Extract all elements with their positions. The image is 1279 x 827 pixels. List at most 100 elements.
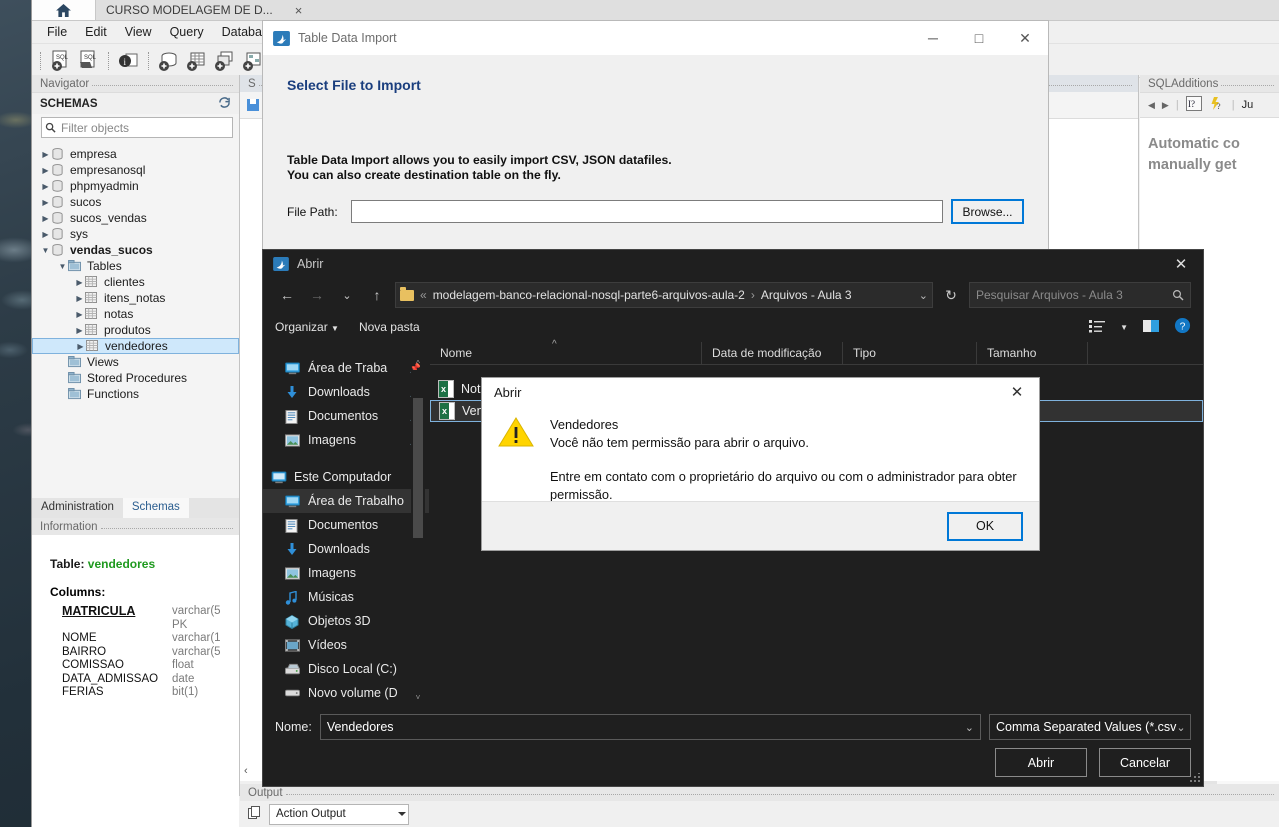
refresh-icon[interactable]: ↻	[939, 283, 963, 307]
help-icon[interactable]: ?	[1174, 317, 1191, 337]
chevron-right-icon[interactable]: ▶	[74, 326, 85, 335]
tree-item[interactable]: ▶ clientes	[32, 274, 239, 290]
import-dialog-titlebar[interactable]: Table Data Import ─ □ ✕	[263, 21, 1048, 55]
recent-locations-icon[interactable]: ⌄	[335, 283, 359, 307]
chevron-right-icon[interactable]: ▶	[40, 182, 51, 191]
new-schema-icon[interactable]	[156, 48, 182, 74]
breadcrumb-dropdown-icon[interactable]: ⌄	[919, 289, 928, 302]
places-scrollbar[interactable]: ^ ˅	[411, 356, 425, 704]
chevron-right-icon[interactable]: ▶	[74, 294, 85, 303]
minimize-button[interactable]: ─	[910, 21, 956, 55]
chevron-right-icon[interactable]: ▶	[75, 342, 86, 351]
tab-administration[interactable]: Administration	[32, 498, 123, 518]
ok-button[interactable]: OK	[947, 511, 1023, 541]
scroll-down-icon[interactable]: ˅	[411, 690, 425, 704]
tree-item-selected[interactable]: ▶ vendedores	[32, 338, 239, 354]
output-type-select[interactable]: Action Output	[269, 803, 409, 825]
place-item-rea-de-traba[interactable]: Área de Traba 📌	[263, 356, 429, 380]
copy-icon[interactable]	[248, 805, 262, 823]
place-item-este-computador[interactable]: Este Computador	[263, 465, 429, 489]
tree-item[interactable]: ▶ produtos	[32, 322, 239, 338]
chevron-down-icon[interactable]: ▼	[1120, 323, 1128, 332]
tree-item[interactable]: ▶ itens_notas	[32, 290, 239, 306]
view-list-icon[interactable]	[1088, 319, 1106, 336]
tree-item[interactable]: Functions	[32, 386, 239, 402]
open-dialog-titlebar[interactable]: Abrir ✕	[263, 250, 1203, 278]
chevron-right-icon[interactable]: ▶	[40, 166, 51, 175]
filename-input[interactable]: Vendedores ⌄	[319, 714, 981, 740]
schema-tree[interactable]: ▶ empresa ▶ empresanosql ▶ phpmyadmin ▶ sucos ▶ s…	[32, 142, 239, 402]
collapse-sidebar-arrow[interactable]: ‹	[244, 765, 248, 777]
new-folder-button[interactable]: Nova pasta	[359, 320, 420, 334]
file-path-input[interactable]	[351, 200, 943, 223]
search-input[interactable]: Pesquisar Arquivos - Aula 3	[969, 282, 1191, 308]
place-item-downloads[interactable]: Downloads	[263, 537, 429, 561]
chevron-down-icon[interactable]: ▼	[57, 262, 68, 271]
tab-schemas[interactable]: Schemas	[122, 498, 189, 518]
maximize-button[interactable]: □	[956, 21, 1002, 55]
scrollbar-track[interactable]	[411, 370, 425, 690]
close-icon[interactable]: ×	[295, 3, 303, 18]
place-item-documentos[interactable]: Documentos	[263, 513, 429, 537]
column-header-nome[interactable]: Nome ^	[430, 339, 702, 364]
browse-button[interactable]: Browse...	[951, 199, 1024, 224]
menu-edit[interactable]: Edit	[76, 23, 116, 41]
column-header-tamanho[interactable]: Tamanho	[977, 342, 1088, 364]
tree-item[interactable]: ▶ phpmyadmin	[32, 178, 239, 194]
place-item-disco-local-c[interactable]: Disco Local (C:)	[263, 657, 429, 681]
breadcrumb-item-2[interactable]: Arquivos - Aula 3	[761, 288, 852, 302]
place-item-imagens[interactable]: Imagens	[263, 561, 429, 585]
chevron-right-icon[interactable]: ▶	[40, 214, 51, 223]
filter-objects-input[interactable]: Filter objects	[41, 117, 233, 138]
place-item-downloads[interactable]: Downloads📌	[263, 380, 429, 404]
menu-file[interactable]: File	[38, 23, 76, 41]
scrollbar-thumb[interactable]	[413, 398, 423, 538]
places-sidebar[interactable]: Área de Traba📌Downloads📌Documentos📌 Image…	[263, 356, 429, 704]
up-icon[interactable]: ↑	[365, 283, 389, 307]
tree-item[interactable]: ▶ sys	[32, 226, 239, 242]
menu-view[interactable]: View	[116, 23, 161, 41]
new-sql-tab-icon[interactable]: SQL	[48, 48, 74, 74]
save-sql-icon[interactable]	[246, 98, 260, 112]
chevron-right-icon[interactable]: ▶	[40, 230, 51, 239]
chevron-right-icon[interactable]: ▶	[40, 198, 51, 207]
tree-item[interactable]: ▼ Tables	[32, 258, 239, 274]
tree-item[interactable]: ▶ sucos_vendas	[32, 210, 239, 226]
open-sql-script-icon[interactable]: SQL	[76, 48, 102, 74]
open-button[interactable]: Abrir	[995, 748, 1087, 777]
new-view-icon[interactable]	[212, 48, 238, 74]
breadcrumb[interactable]: « modelagem-banco-relacional-nosql-parte…	[395, 282, 933, 308]
server-info-icon[interactable]: i	[116, 48, 142, 74]
tree-item[interactable]: ▶ notas	[32, 306, 239, 322]
place-item-rea-de-trabalho[interactable]: Área de Trabalho	[263, 489, 429, 513]
organize-button[interactable]: Organizar ▼	[275, 320, 339, 334]
filetype-select[interactable]: Comma Separated Values (*.csv ⌄	[989, 714, 1191, 740]
chevron-down-icon[interactable]: ▼	[40, 246, 51, 255]
place-item-novo-volume-d[interactable]: Novo volume (D	[263, 681, 429, 704]
close-button[interactable]: ✕	[1002, 21, 1048, 55]
back-icon[interactable]: ←	[275, 283, 299, 307]
chevron-down-icon[interactable]: ⌄	[965, 721, 974, 734]
forward-icon[interactable]: →	[305, 283, 329, 307]
column-header-data[interactable]: Data de modificação	[702, 342, 843, 364]
place-item-v-deos[interactable]: Vídeos	[263, 633, 429, 657]
tab-document[interactable]: CURSO MODELAGEM DE D... ×	[96, 0, 311, 20]
tree-item[interactable]: Stored Procedures	[32, 370, 239, 386]
jump-label[interactable]: Ju	[1242, 99, 1254, 111]
quick-help-icon[interactable]: ?	[1209, 96, 1225, 114]
refresh-icon[interactable]	[218, 96, 231, 111]
breadcrumb-item-1[interactable]: modelagem-banco-relacional-nosql-parte6-…	[433, 288, 745, 302]
chevron-right-icon[interactable]: ▶	[74, 310, 85, 319]
place-item-m-sicas[interactable]: Músicas	[263, 585, 429, 609]
resize-grip[interactable]	[1190, 773, 1200, 783]
tree-item[interactable]: ▶ sucos	[32, 194, 239, 210]
tree-item[interactable]: ▼ vendas_sucos	[32, 242, 239, 258]
chevron-right-icon[interactable]: ▶	[40, 150, 51, 159]
nav-back-icon[interactable]: ◀	[1148, 100, 1155, 111]
close-button[interactable]: ✕	[995, 378, 1039, 406]
preview-pane-icon[interactable]	[1142, 319, 1160, 336]
place-item-documentos[interactable]: Documentos📌	[263, 404, 429, 428]
tab-home[interactable]	[32, 0, 96, 20]
chevron-right-icon[interactable]: ▶	[74, 278, 85, 287]
close-button[interactable]: ✕	[1159, 250, 1203, 278]
